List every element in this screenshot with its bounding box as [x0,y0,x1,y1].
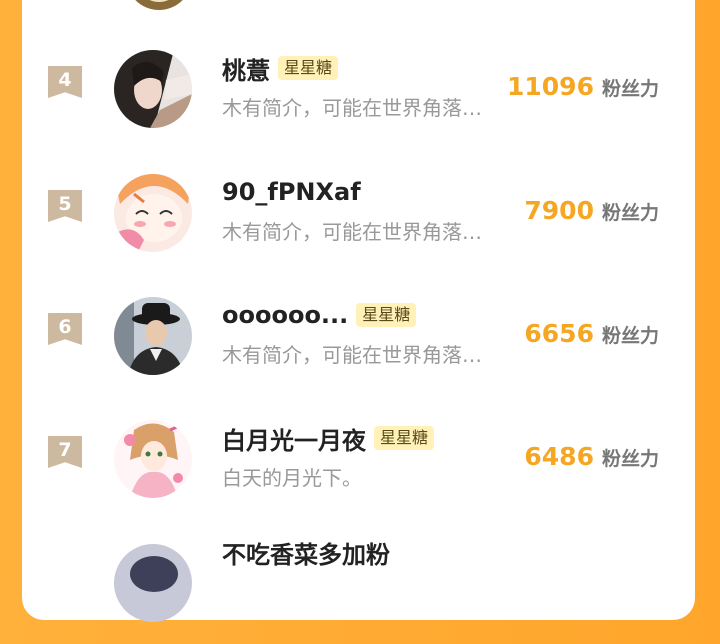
fan-power-unit: 粉丝力 [601,78,659,100]
user-name[interactable]: 不吃香菜多加粉 [222,535,390,570]
user-name[interactable]: 桃薏 [222,51,270,86]
user-bio: 白天的月光下。 [222,466,362,490]
fan-power-unit: 粉丝力 [601,202,659,224]
fan-power-value: 7900 [524,196,594,225]
user-bio: 木有简介，可能在世界角落里发呆 [222,220,497,244]
ranking-card: 4 桃薏 星星糖 木有简介，可能在世界角落里发呆 11096 粉丝力 5 90_… [22,0,695,622]
user-bio: 木有简介，可能在世界角落里发呆 [222,96,497,120]
fan-power-unit: 粉丝力 [601,448,659,470]
fan-power-value: 6656 [524,319,594,348]
fan-power: 11096 粉丝力 [507,72,659,101]
list-item[interactable]: 不吃香菜多加粉 [22,541,695,644]
fan-power-unit: 粉丝力 [601,325,659,347]
user-avatar[interactable] [114,50,192,128]
rank-badge: 6 [48,313,82,345]
level-badge: 星星糖 [374,426,435,450]
list-item[interactable]: 4 桃薏 星星糖 木有简介，可能在世界角落里发呆 11096 粉丝力 [22,50,695,150]
user-avatar[interactable] [114,544,192,622]
fan-power: 7900 粉丝力 [524,196,659,225]
user-avatar[interactable] [114,174,192,252]
avatar-prev-partial[interactable] [126,0,192,10]
rank-badge: 7 [48,436,82,468]
list-item[interactable]: 6 oooooo... 星星糖 木有简介，可能在世界角落里发呆 6656 粉丝力 [22,297,695,397]
user-name[interactable]: 白月光一月夜 [222,421,366,456]
user-avatar[interactable] [114,297,192,375]
fan-power: 6486 粉丝力 [524,442,659,471]
user-avatar[interactable] [114,420,192,498]
user-bio: 木有简介，可能在世界角落里发呆 [222,343,497,367]
fan-power-value: 11096 [507,72,594,101]
level-badge: 星星糖 [356,303,417,327]
rank-badge: 4 [48,66,82,98]
user-name[interactable]: oooooo... [222,301,348,329]
list-item[interactable]: 7 白月光一月夜 星星糖 白天的月光下。 6486 粉丝力 [22,420,695,520]
level-badge: 星星糖 [278,56,339,80]
fan-power: 6656 粉丝力 [524,319,659,348]
fan-power-value: 6486 [524,442,594,471]
user-name[interactable]: 90_fPNXaf [222,178,361,206]
rank-badge: 5 [48,190,82,222]
list-item[interactable]: 5 90_fPNXaf 木有简介，可能在世界角落里发呆 7900 粉丝力 [22,174,695,274]
